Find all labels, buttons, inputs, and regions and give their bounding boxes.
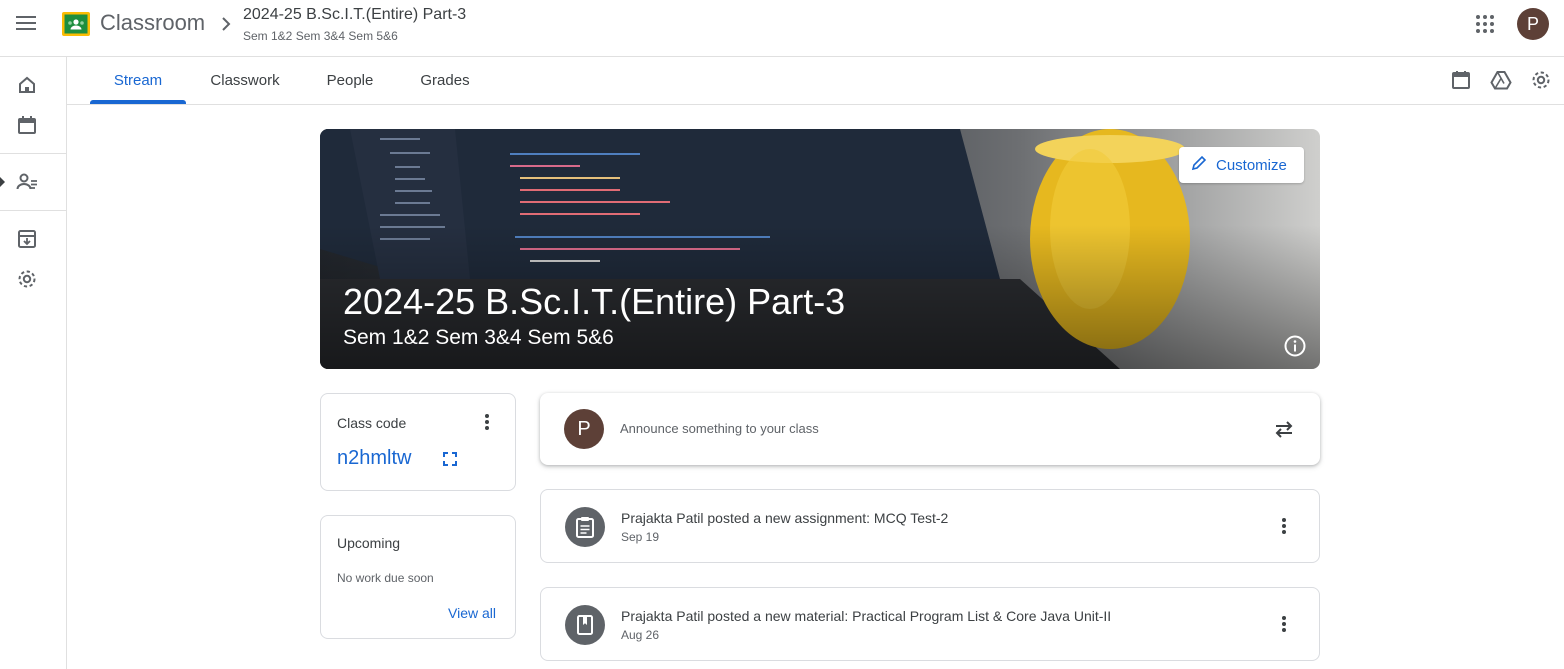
class-settings-icon[interactable] <box>1530 69 1552 91</box>
tab-classwork[interactable]: Classwork <box>195 57 295 104</box>
class-tabs: Stream Classwork People Grades <box>67 57 1564 105</box>
chevron-right-icon <box>218 14 234 34</box>
stream-post[interactable]: Prajakta Patil posted a new assignment: … <box>540 489 1320 563</box>
breadcrumb-class-subtitle: Sem 1&2 Sem 3&4 Sem 5&6 <box>243 29 398 43</box>
app-name[interactable]: Classroom <box>100 10 205 36</box>
pencil-icon <box>1191 155 1207 175</box>
info-icon[interactable] <box>1283 334 1307 358</box>
main-menu-icon[interactable] <box>12 9 40 37</box>
class-drive-folder-icon[interactable] <box>1490 69 1512 91</box>
announce-input[interactable]: Announce something to your class <box>620 421 819 436</box>
tab-grades[interactable]: Grades <box>407 57 483 104</box>
repost-icon[interactable] <box>1272 417 1296 441</box>
active-tab-indicator <box>90 100 186 104</box>
home-icon[interactable] <box>14 72 40 98</box>
upcoming-card: Upcoming No work due soon View all <box>320 515 516 639</box>
more-vert-icon[interactable] <box>1272 612 1296 636</box>
classroom-logo-icon[interactable] <box>62 12 90 36</box>
account-avatar[interactable]: P <box>1517 8 1549 40</box>
tab-stream[interactable]: Stream <box>90 57 186 104</box>
class-code-value[interactable]: n2hmltw <box>337 447 411 470</box>
rail-divider <box>0 210 66 211</box>
archived-classes-icon[interactable] <box>14 226 40 252</box>
class-title: 2024-25 B.Sc.I.T.(Entire) Part-3 <box>343 281 846 322</box>
upcoming-empty-text: No work due soon <box>337 571 434 585</box>
assignment-icon <box>565 507 605 547</box>
upcoming-title: Upcoming <box>337 535 401 551</box>
view-all-link[interactable]: View all <box>448 605 496 621</box>
google-apps-icon[interactable] <box>1472 11 1498 37</box>
tab-people[interactable]: People <box>315 57 385 104</box>
caret-right-icon <box>0 177 5 187</box>
fullscreen-icon[interactable] <box>440 449 460 469</box>
enrolled-people-icon[interactable] <box>14 169 40 195</box>
post-date: Sep 19 <box>621 530 660 544</box>
more-vert-icon[interactable] <box>1272 514 1296 538</box>
material-icon <box>565 605 605 645</box>
more-vert-icon[interactable] <box>475 410 499 434</box>
customize-label: Customize <box>1216 156 1287 174</box>
calendar-icon[interactable] <box>14 112 40 138</box>
post-date: Aug 26 <box>621 628 660 642</box>
class-code-label: Class code <box>337 415 407 431</box>
navigation-rail <box>0 57 67 669</box>
breadcrumb-class-title[interactable]: 2024-25 B.Sc.I.T.(Entire) Part-3 <box>243 6 466 24</box>
stream-post[interactable]: Prajakta Patil posted a new material: Pr… <box>540 587 1320 661</box>
avatar: P <box>564 409 604 449</box>
customize-button[interactable]: Customize <box>1179 147 1304 183</box>
class-banner: 2024-25 B.Sc.I.T.(Entire) Part-3 Sem 1&2… <box>320 129 1320 369</box>
class-code-card: Class code n2hmltw <box>320 393 516 491</box>
announce-card[interactable]: P Announce something to your class <box>540 393 1320 465</box>
google-calendar-icon[interactable] <box>1450 69 1472 91</box>
post-title[interactable]: Prajakta Patil posted a new assignment: … <box>621 510 948 526</box>
post-title[interactable]: Prajakta Patil posted a new material: Pr… <box>621 608 1111 624</box>
settings-icon[interactable] <box>14 266 40 292</box>
top-app-bar: Classroom 2024-25 B.Sc.I.T.(Entire) Part… <box>0 0 1564 57</box>
rail-divider <box>0 153 66 154</box>
class-section: Sem 1&2 Sem 3&4 Sem 5&6 <box>343 326 614 349</box>
